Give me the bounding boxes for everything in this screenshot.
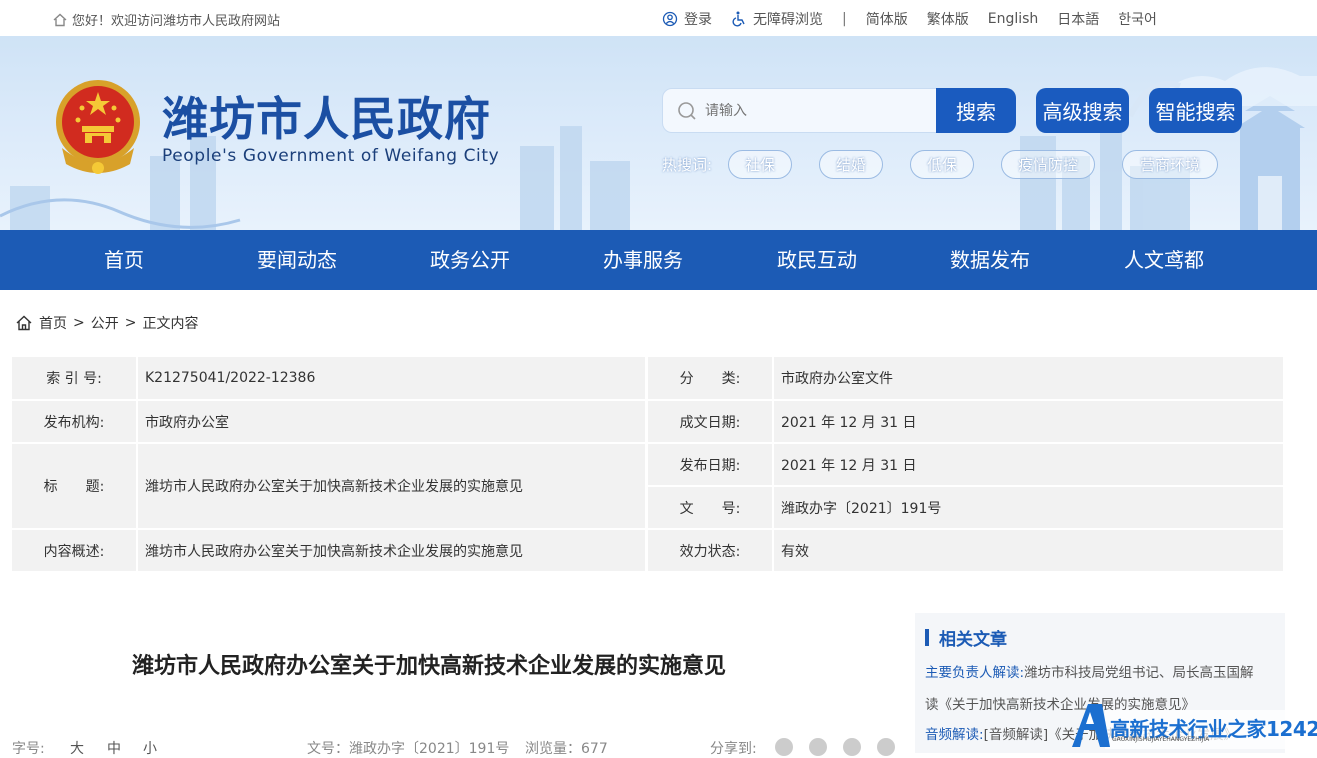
header-banner: 潍坊市人民政府 People's Government of Weifang C… [0,36,1317,230]
share-label: 分享到: [710,741,757,757]
home-icon [16,315,32,331]
published-date-label: 发布日期: [648,444,772,485]
related-item-tag: 音频解读: [925,727,984,743]
font-size-small[interactable]: 小 [143,738,157,758]
doc-number-label: 文 号: [648,487,772,528]
search-icon [678,101,696,120]
lang-japanese[interactable]: 日本語 [1057,9,1099,29]
smart-search-button[interactable]: 智能搜索 [1149,88,1242,133]
breadcrumb-home[interactable]: 首页 [39,313,67,333]
breadcrumb-separator: > [73,315,85,331]
divider: | [842,11,847,27]
site-subtitle: People's Government of Weifang City [162,146,500,166]
publisher-value: 市政府办公室 [138,401,645,442]
related-item[interactable]: 主要负责人解读:潍坊市科技局党组书记、局长高玉国解 [925,661,1280,681]
article-doc-number: 文号：潍政办字〔2021〕191号 [307,741,510,757]
login-label: 登录 [684,12,712,28]
search-button[interactable]: 搜索 [936,88,1016,133]
site-title: 潍坊市人民政府 [162,92,491,146]
publisher-label: 发布机构: [12,401,136,442]
related-heading: 相关文章 [939,630,1007,650]
article-title: 潍坊市人民政府办公室关于加快高新技术企业发展的实施意见 [132,654,727,679]
nav-data[interactable]: 数据发布 [940,230,1040,290]
font-size-large[interactable]: 大 [70,738,84,758]
related-item-text: 潍坊市科技局党组书记、局长高玉国解 [1024,665,1254,681]
lang-traditional[interactable]: 繁体版 [927,9,969,29]
home-icon [53,13,67,26]
share-weibo-icon[interactable] [809,738,827,756]
hot-tag-subsistence[interactable]: 低保 [910,150,975,179]
nav-interaction[interactable]: 政民互动 [767,230,867,290]
hot-tag-social-security[interactable]: 社保 [728,150,793,179]
status-label: 效力状态: [648,530,772,571]
category-value: 市政府办公室文件 [774,357,1283,399]
header-accent-bar [925,629,929,646]
font-size-medium[interactable]: 中 [107,738,121,758]
breadcrumb: 首页 > 公开 > 正文内容 [15,313,198,333]
search-box [662,88,937,133]
main-nav: 首页 要闻动态 政务公开 办事服务 政民互动 数据发布 人文鸢都 [0,230,1317,290]
index-label: 索 引 号: [12,357,136,399]
welcome-message: 您好！欢迎访问潍坊市人民政府网站 [52,10,280,29]
share-qq-icon[interactable] [843,738,861,756]
accessibility-link[interactable]: 无障碍浏览 [731,9,823,29]
summary-label: 内容概述: [12,530,136,571]
status-value: 有效 [774,530,1283,571]
created-date-label: 成文日期: [648,401,772,442]
share-qzone-icon[interactable] [877,738,895,756]
title-value: 潍坊市人民政府办公室关于加快高新技术企业发展的实施意见 [138,444,645,528]
breadcrumb-separator: > [124,315,137,331]
accessibility-label: 无障碍浏览 [753,12,823,28]
hot-tag-marriage[interactable]: 结婚 [819,150,884,179]
login-link[interactable]: 登录 [662,9,712,29]
doc-number-value: 潍政办字〔2021〕191号 [774,487,1283,528]
user-icon [662,11,678,27]
title-label: 标 题: [12,444,136,528]
view-count: 浏览量：677 [525,741,608,757]
hot-tag-business-env[interactable]: 营商环境 [1122,150,1219,179]
hot-search-bar: 热搜词: 社保 结婚 低保 疫情防控 营商环境 [662,150,1245,179]
related-item-tag: 主要负责人解读: [925,665,1025,681]
font-size-label: 字号: [12,741,45,757]
published-date-value: 2021 年 12 月 31 日 [774,444,1283,485]
lang-simplified[interactable]: 简体版 [866,9,908,29]
lang-korean[interactable]: 한국어 [1118,9,1157,29]
top-bar: 您好！欢迎访问潍坊市人民政府网站 登录 无障碍浏览 | 简体版 繁体版 Engl… [0,0,1317,36]
index-value: K21275041/2022-12386 [138,357,645,399]
category-label: 分 类: [648,357,772,399]
welcome-text: 您好！欢迎访问潍坊市人民政府网站 [72,14,281,29]
summary-value: 潍坊市人民政府办公室关于加快高新技术企业发展的实施意见 [138,530,645,571]
lang-english[interactable]: English [988,11,1039,27]
breadcrumb-public[interactable]: 公开 [91,313,119,333]
wheelchair-icon [732,11,745,27]
created-date-value: 2021 年 12 月 31 日 [774,401,1283,442]
hot-search-label: 热搜词: [662,156,713,174]
breadcrumb-current: 正文内容 [142,316,199,332]
nav-gov-affairs[interactable]: 政务公开 [420,230,520,290]
hot-tag-epidemic[interactable]: 疫情防控 [1001,150,1096,179]
advanced-search-button[interactable]: 高级搜索 [1036,88,1129,133]
nav-services[interactable]: 办事服务 [593,230,693,290]
search-input[interactable] [705,102,925,119]
watermark-subtext: GAOXINJISHUJIAYEHANGYEZHIJIA [1112,736,1210,743]
share-wechat-icon[interactable] [775,738,793,756]
nav-culture[interactable]: 人文鸢都 [1114,230,1214,290]
related-header: 相关文章 [925,625,1007,650]
national-emblem-logo [56,80,140,174]
nav-home[interactable]: 首页 [84,230,164,290]
nav-news[interactable]: 要闻动态 [247,230,347,290]
